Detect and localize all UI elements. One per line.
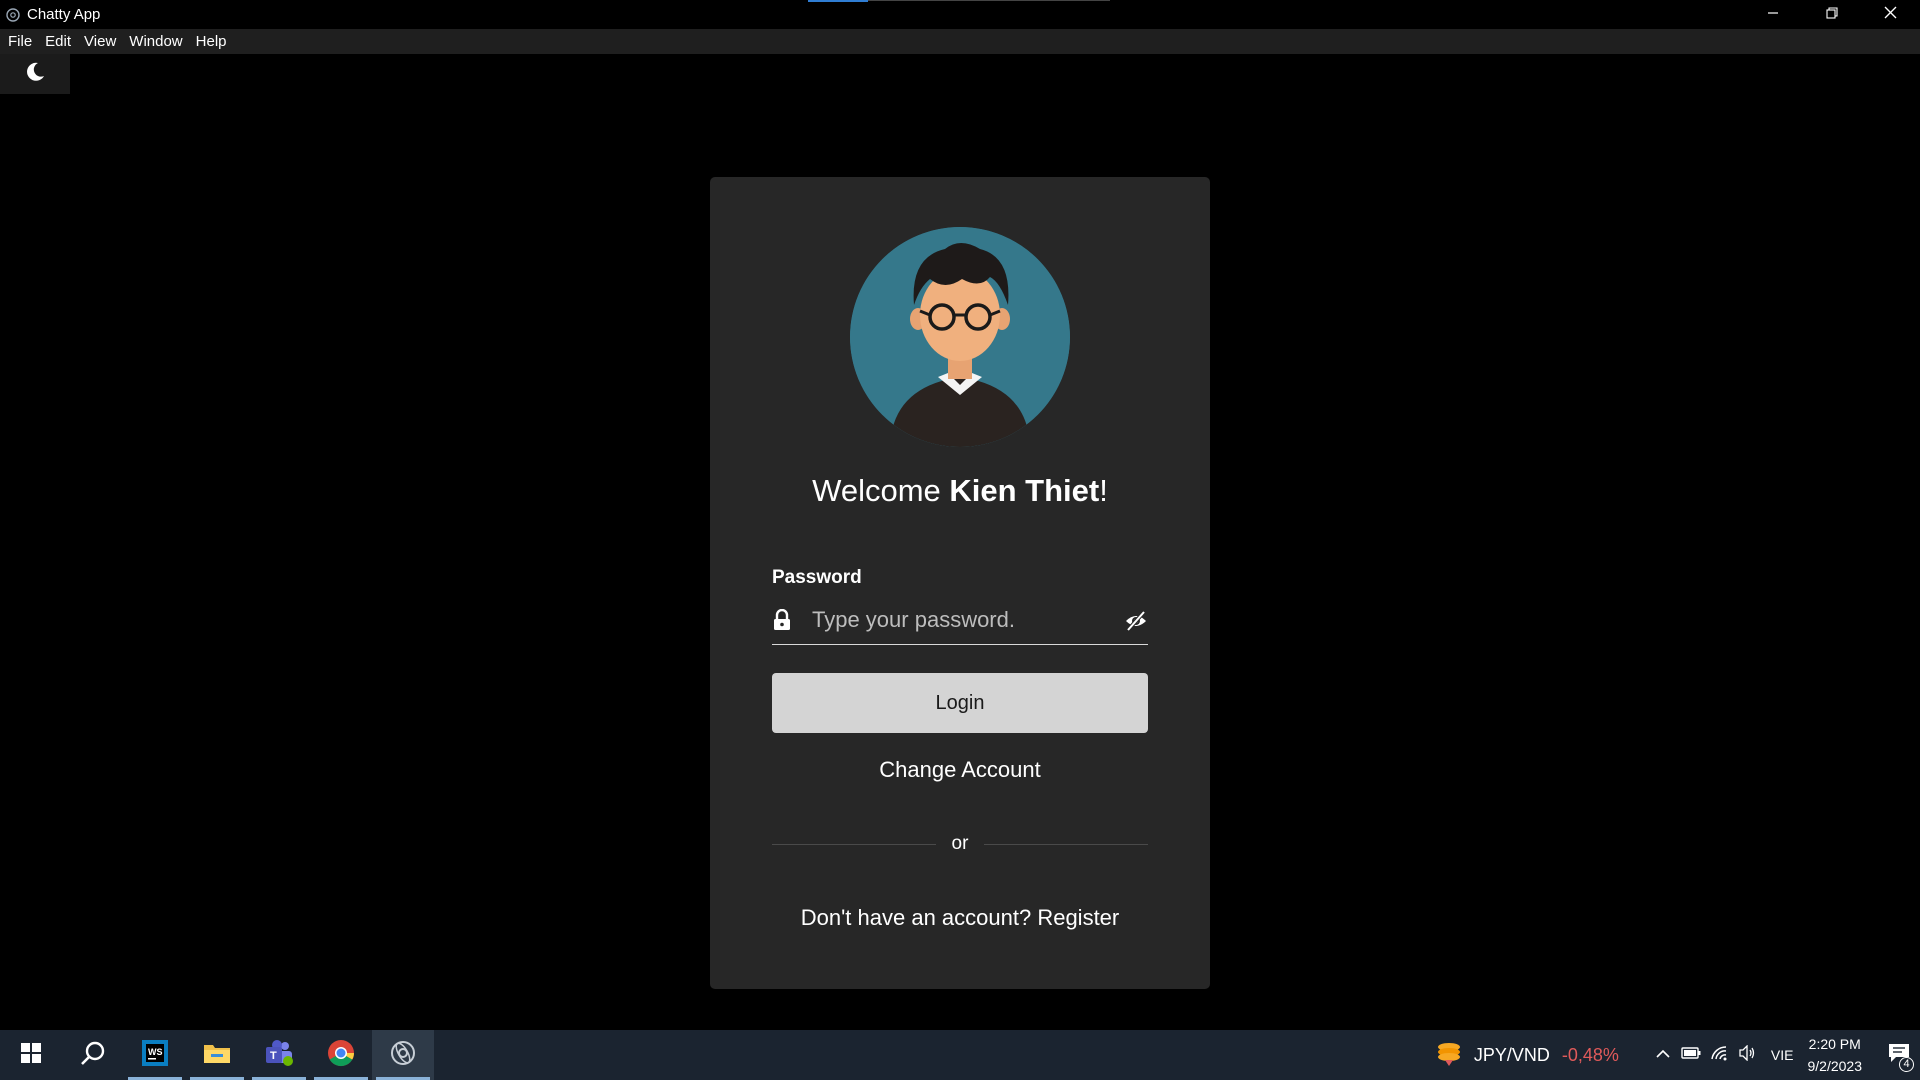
fx-change: -0,48% (1561, 1044, 1619, 1065)
wifi-icon (1710, 1045, 1728, 1066)
webstorm-icon: WS (141, 1039, 169, 1072)
system-tray: JPY/VND -0,48% VIE 2:20 PM 9/2/2023 4 (1434, 1030, 1920, 1080)
restore-button[interactable] (1802, 0, 1861, 29)
close-button[interactable] (1861, 0, 1920, 29)
wifi-button[interactable] (1705, 1030, 1733, 1080)
volume-button[interactable] (1733, 1030, 1761, 1080)
chevron-up-icon (1655, 1046, 1671, 1064)
menu-view[interactable]: View (80, 33, 123, 50)
password-input[interactable] (812, 603, 1102, 637)
login-button[interactable]: Login (772, 673, 1148, 733)
chatty-app-icon (389, 1039, 417, 1072)
divider-line-right (984, 843, 1148, 845)
title-bar: Chatty App (0, 0, 1920, 29)
taskbar-webstorm[interactable]: WS (124, 1030, 186, 1080)
eye-slash-icon[interactable] (1124, 610, 1148, 637)
menu-edit[interactable]: Edit (41, 33, 78, 50)
fx-pair: JPY/VND (1473, 1044, 1550, 1065)
register-link[interactable]: Don't have an account? Register (710, 905, 1210, 931)
clock-date: 9/2/2023 (1807, 1058, 1863, 1074)
divider-text: or (951, 833, 969, 854)
welcome-prefix: Welcome (812, 473, 950, 508)
menu-file[interactable]: File (4, 33, 39, 50)
menu-bar: File Edit View Window Help (0, 29, 1920, 54)
clock[interactable]: 2:20 PM 9/2/2023 (1808, 1033, 1863, 1077)
theme-toggle-button[interactable] (0, 54, 70, 94)
taskbar-chrome[interactable] (310, 1030, 372, 1080)
titlebar-accent-track (868, 0, 1110, 1)
moon-icon (24, 61, 46, 88)
file-explorer-icon (203, 1041, 231, 1070)
search-icon (80, 1040, 106, 1071)
avatar-illustration (850, 227, 1070, 447)
menu-help[interactable]: Help (192, 33, 234, 50)
start-button[interactable] (0, 1030, 62, 1080)
notification-badge: 4 (1899, 1057, 1914, 1072)
restore-icon (1825, 6, 1838, 24)
divider-line-left (772, 843, 936, 845)
titlebar-accent (808, 0, 868, 2)
taskbar-chatty-app[interactable] (372, 1030, 434, 1080)
svg-text:WS: WS (148, 1047, 163, 1057)
menu-window[interactable]: Window (125, 33, 189, 50)
clock-time: 2:20 PM (1808, 1036, 1861, 1052)
fx-widget[interactable]: JPY/VND -0,48% (1434, 1038, 1619, 1073)
windows-start-icon (20, 1042, 42, 1069)
show-hidden-icons-button[interactable] (1649, 1030, 1677, 1080)
password-label: Password (772, 567, 862, 588)
notification-center-button[interactable]: 4 (1878, 1030, 1920, 1080)
taskbar: WS T JPY/VND -0,48% VIE 2:20 PM 9/2/2023… (0, 1030, 1920, 1080)
taskbar-teams[interactable]: T (248, 1030, 310, 1080)
window-title: Chatty App (27, 6, 101, 23)
currency-icon (1434, 1038, 1464, 1073)
minimize-icon (1767, 6, 1779, 24)
or-divider: or (772, 832, 1148, 856)
avatar (850, 227, 1070, 447)
login-card: Welcome Kien Thiet! Password Login Chang… (710, 177, 1210, 989)
search-button[interactable] (62, 1030, 124, 1080)
speaker-icon (1738, 1043, 1756, 1066)
chatty-app-icon (5, 7, 21, 23)
welcome-suffix: ! (1099, 473, 1108, 508)
welcome-heading: Welcome Kien Thiet! (710, 473, 1210, 509)
lock-icon (772, 608, 792, 636)
user-name: Kien Thiet (949, 473, 1100, 508)
svg-text:T: T (270, 1050, 277, 1062)
window-controls (1743, 0, 1920, 29)
input-language[interactable]: VIE (1771, 1047, 1794, 1063)
close-icon (1884, 6, 1897, 24)
change-account-link[interactable]: Change Account (710, 757, 1210, 783)
minimize-button[interactable] (1743, 0, 1802, 29)
taskbar-file-explorer[interactable] (186, 1030, 248, 1080)
battery-button[interactable] (1677, 1030, 1705, 1080)
teams-icon: T (264, 1039, 294, 1072)
chrome-icon (327, 1039, 355, 1072)
battery-icon (1681, 1046, 1701, 1064)
password-field-container (772, 597, 1148, 645)
